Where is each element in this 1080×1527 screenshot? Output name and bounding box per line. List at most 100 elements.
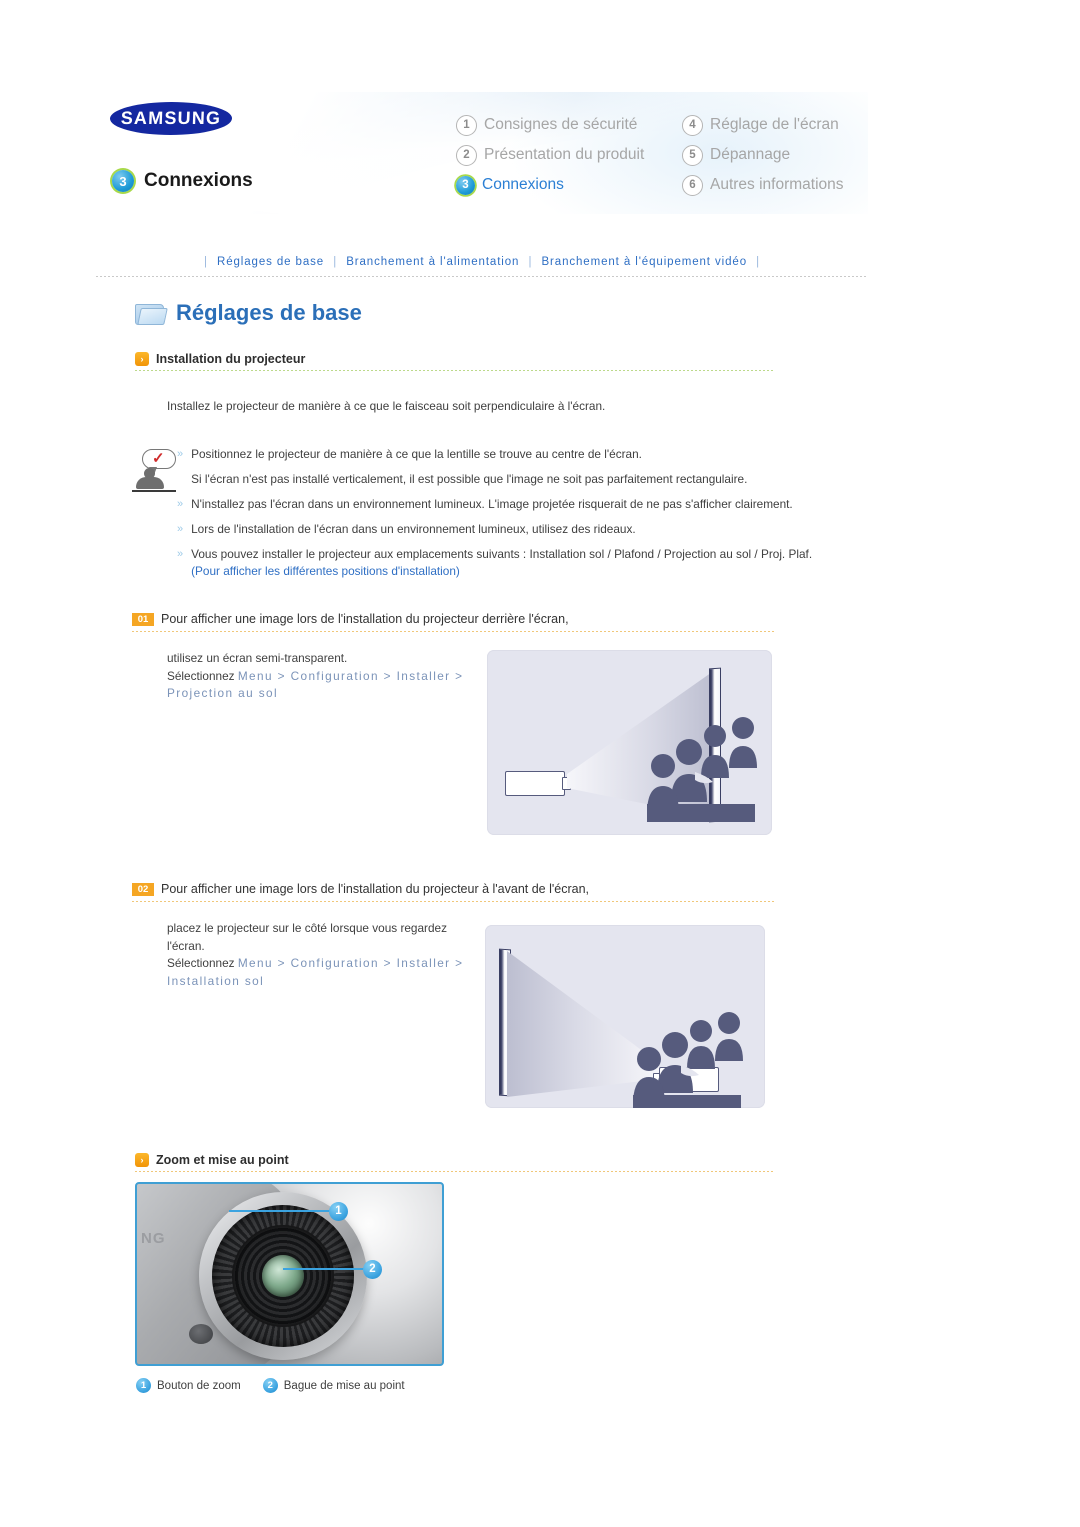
nav-separator-0: | — [203, 256, 208, 268]
note-item-text-5: Vous pouvez installer le projecteur aux … — [191, 547, 813, 562]
page-title: Réglages de base — [135, 300, 362, 326]
step1-menu-path: Menu > Configuration > Installer > — [237, 668, 464, 683]
legend-item-2: 2 Bague de mise au point — [262, 1378, 405, 1393]
step-divider-01 — [132, 631, 775, 632]
note-bullet-list: » Positionnez le projecteur de manière à… — [177, 446, 877, 589]
menu-item-connexions[interactable]: 3 Connexions — [456, 170, 668, 200]
page-title-text: Réglages de base — [176, 300, 362, 325]
step-divider-02 — [132, 901, 775, 902]
callout-marker-1: 1 — [329, 1202, 348, 1221]
step2-menu-path: Menu > Configuration > Installer > — [237, 956, 464, 971]
step-number-badge-02: 02 — [132, 882, 154, 896]
step-title-02: Pour afficher une image lors de l'instal… — [161, 882, 590, 896]
legend-label-1: Bouton de zoom — [157, 1379, 241, 1392]
page-root: SAMSUNG 3 Connexions 1 Consignes de sécu… — [0, 0, 1080, 1527]
step1-line-2: Sélectionnez Menu > Configuration > Inst… — [167, 668, 477, 686]
bullet-chevron-icon: » — [177, 448, 184, 460]
menu-label-5: Dépannage — [710, 146, 791, 163]
lens-glass — [262, 1255, 304, 1297]
nav-link-branchement-alimentation[interactable]: Branchement à l'alimentation — [346, 256, 519, 268]
step-heading-01: 01 Pour afficher une image lors de l'ins… — [132, 612, 569, 626]
samsung-logo: SAMSUNG — [109, 102, 233, 135]
subsection-divider-2 — [135, 1171, 775, 1172]
step2-line-1: placez le projecteur sur le côté lorsque… — [167, 921, 447, 935]
menu-label-6: Autres informations — [710, 176, 844, 193]
subsection-zoom-et-mise-au-point: › Zoom et mise au point — [135, 1153, 289, 1167]
step1-menu-path-2: Projection au sol — [167, 686, 279, 701]
lens-side-dial — [189, 1324, 213, 1344]
note-item-text-4: Lors de l'installation de l'écran dans u… — [191, 522, 636, 537]
photo-legend: 1 Bouton de zoom 2 Bague de mise au poin… — [136, 1378, 405, 1393]
menu-number-2: 2 — [456, 144, 477, 166]
step1-line-1: utilisez un écran semi-transparent. — [167, 651, 348, 665]
legend-label-2: Bague de mise au point — [283, 1379, 405, 1392]
lens-barrel — [232, 1225, 334, 1327]
menu-item-consignes-de-securite[interactable]: 1 Consignes de sécurité — [456, 110, 668, 140]
nav-link-branchement-equipement-video[interactable]: Branchement à l'équipement vidéo — [541, 256, 747, 268]
rear-projection-diagram — [487, 650, 772, 835]
menu-item-autres-informations[interactable]: 6 Autres informations — [682, 170, 844, 200]
photo-samsung-marking: NG — [141, 1230, 166, 1247]
intro-paragraph: Installez le projecteur de manière à ce … — [167, 399, 606, 413]
note-item: » Lors de l'installation de l'écran dans… — [177, 521, 877, 538]
front-projection-diagram — [485, 925, 765, 1108]
step2-text-block: placez le projecteur sur le côté lorsque… — [167, 920, 477, 991]
callout-line-1 — [229, 1210, 334, 1212]
step2-menu-path-2: Installation sol — [167, 974, 265, 989]
menu-number-5: 5 — [682, 144, 703, 166]
menu-item-presentation-du-produit[interactable]: 2 Présentation du produit — [456, 140, 668, 170]
nav-separator-3: | — [756, 256, 760, 268]
menu-number-4: 4 — [682, 114, 703, 136]
nav-separator-1: | — [333, 256, 338, 268]
step-number-badge-01: 01 — [132, 612, 154, 626]
step-title-01: Pour afficher une image lors de l'instal… — [161, 612, 569, 626]
note-install-positions-link[interactable]: (Pour afficher les différentes positions… — [191, 564, 460, 578]
header-banner: SAMSUNG 3 Connexions 1 Consignes de sécu… — [96, 92, 868, 214]
menu-label-2: Présentation du produit — [484, 146, 645, 163]
section-number-badge: 3 — [112, 170, 134, 192]
bullet-chevron-icon: » — [177, 498, 184, 511]
note-item: » N'installez pas l'écran dans un enviro… — [177, 496, 877, 513]
step-heading-02: 02 Pour afficher une image lors de l'ins… — [132, 882, 589, 896]
subsection-installation-du-projecteur: › Installation du projecteur — [135, 352, 305, 366]
projector-body-icon — [505, 771, 565, 796]
callout-line-2 — [283, 1268, 368, 1270]
legend-item-1: 1 Bouton de zoom — [136, 1378, 241, 1393]
legend-marker-1: 1 — [136, 1378, 151, 1393]
section-title-label: Connexions — [144, 170, 253, 191]
menu-number-1: 1 — [456, 114, 477, 136]
step2-line-1b: l'écran. — [167, 938, 205, 953]
lens-focus-ring — [212, 1205, 354, 1347]
step2-select-prefix: Sélectionnez — [167, 956, 238, 971]
note-item-text-3: N'installez pas l'écran dans un environn… — [191, 497, 793, 512]
step1-text-block: utilisez un écran semi-transparent. Séle… — [167, 650, 477, 703]
projector-lens-photo: NG 1 2 — [135, 1182, 444, 1366]
subsection-title-1: Installation du projecteur — [156, 352, 306, 366]
subsection-divider-1 — [135, 370, 775, 371]
breadcrumb-nav: | Réglages de base | Branchement à l'ali… — [96, 256, 868, 268]
banner-current-section: 3 Connexions — [112, 170, 253, 192]
menu-item-reglage-de-lecran[interactable]: 4 Réglage de l'écran — [682, 110, 844, 140]
note-item-text-1: Positionnez le projecteur de manière à c… — [191, 447, 642, 461]
chevron-right-icon: › — [135, 352, 149, 366]
note-item: » Si l'écran n'est pas installé vertical… — [177, 471, 877, 488]
nav-separator-2: | — [528, 256, 533, 268]
menu-label-3: Connexions — [482, 176, 564, 193]
audience-silhouette — [633, 1012, 743, 1108]
bullet-chevron-icon: » — [177, 523, 184, 536]
audience-silhouette — [647, 717, 757, 822]
menu-item-depannage[interactable]: 5 Dépannage — [682, 140, 844, 170]
note-item-text-2: Si l'écran n'est pas installé verticalem… — [191, 472, 748, 487]
bullet-chevron-icon: » — [177, 548, 184, 561]
legend-marker-2: 2 — [262, 1378, 278, 1393]
menu-label-1: Consignes de sécurité — [484, 116, 638, 133]
subsection-title-2: Zoom et mise au point — [156, 1153, 289, 1167]
step2-line-2: Sélectionnez Menu > Configuration > Inst… — [167, 955, 477, 973]
step1-select-prefix: Sélectionnez — [167, 668, 238, 683]
nav-link-reglages-de-base[interactable]: Réglages de base — [217, 256, 324, 268]
banner-menu: 1 Consignes de sécurité 4 Réglage de l'é… — [456, 110, 844, 200]
callout-marker-2: 2 — [363, 1260, 382, 1279]
menu-label-4: Réglage de l'écran — [710, 116, 839, 133]
note-item: » Vous pouvez installer le projecteur au… — [177, 546, 877, 580]
note-item: » Positionnez le projecteur de manière à… — [177, 446, 877, 463]
